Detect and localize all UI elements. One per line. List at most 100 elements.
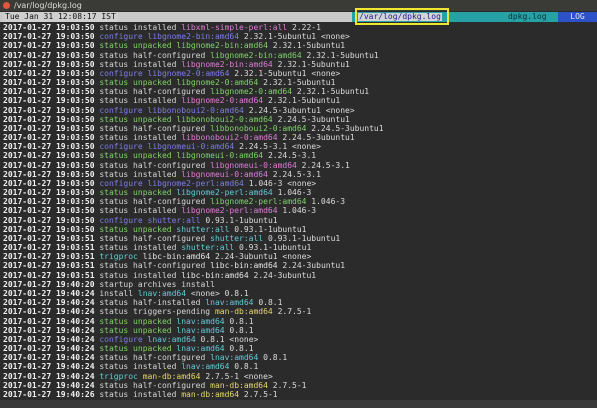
log-line: 2017-01-27 19:03:50 status unpacked libg…	[3, 78, 593, 87]
log-view[interactable]: 2017-01-27 19:03:50 status installed lib…	[3, 23, 593, 399]
log-version: 0.8.1	[234, 362, 259, 372]
log-timestamp: 2017-01-27 19:03:50	[3, 87, 95, 97]
log-line: 2017-01-27 19:03:50 status half-configur…	[3, 124, 593, 133]
log-action: configure	[99, 334, 143, 344]
log-package: man-db:amd64	[214, 307, 273, 317]
log-line: 2017-01-27 19:03:51 status half-configur…	[3, 261, 593, 270]
log-version: 2.24.5-3ubuntu1 <none>	[248, 105, 355, 115]
log-action: status half-configured	[99, 87, 206, 97]
log-timestamp: 2017-01-27 19:40:24	[3, 380, 95, 390]
log-line: 2017-01-27 19:03:51 status installed shu…	[3, 243, 593, 252]
log-version: 2.24.5-3.1	[272, 169, 321, 179]
log-timestamp: 2017-01-27 19:40:24	[3, 325, 95, 335]
bottom-status-bar	[0, 400, 597, 408]
log-line: 2017-01-27 19:03:50 status unpacked libg…	[3, 151, 593, 160]
log-line: 2017-01-27 19:03:50 configure shutter:al…	[3, 216, 593, 225]
log-package: libgnome2-bin:amd64	[181, 59, 273, 69]
log-line: 2017-01-27 19:03:50 status unpacked shut…	[3, 225, 593, 234]
log-line: 2017-01-27 19:03:51 status installed lib…	[3, 271, 593, 280]
log-action: status installed	[99, 206, 177, 216]
log-action: status unpacked	[99, 78, 172, 88]
log-package: man-db:amd64	[181, 389, 240, 399]
log-timestamp: 2017-01-27 19:40:24	[3, 298, 95, 308]
log-timestamp: 2017-01-27 19:03:50	[3, 197, 95, 207]
log-action: configure	[99, 215, 143, 225]
log-line: 2017-01-27 19:03:50 configure libgnome2-…	[3, 179, 593, 188]
log-package: libgnome2-perl:amd64	[181, 206, 278, 216]
log-action: status installed	[99, 362, 177, 372]
log-package: man-db:amd64	[142, 371, 201, 381]
log-action: status installed	[99, 389, 177, 399]
log-package: libgnomeui-0:amd64	[147, 142, 235, 152]
log-action: status half-installed	[99, 298, 201, 308]
log-version: <none> 0.8.1	[190, 288, 249, 298]
log-version: 2.32.1-5ubuntu1	[272, 41, 346, 51]
window-titlebar: /var/log/dpkg.log	[0, 0, 597, 11]
log-line: 2017-01-27 19:03:50 status installed lib…	[3, 23, 593, 32]
log-version: 1.046-3	[311, 197, 346, 207]
log-action: status unpacked	[99, 151, 172, 161]
log-action: status half-configured	[99, 261, 206, 271]
log-action: configure	[99, 105, 143, 115]
log-package: lnav:amd64	[205, 298, 254, 308]
log-timestamp: 2017-01-27 19:03:50	[3, 50, 95, 60]
log-timestamp: 2017-01-27 19:03:51	[3, 270, 95, 280]
log-action: status half-configured	[99, 50, 206, 60]
log-line: 2017-01-27 19:03:50 status half-configur…	[3, 87, 593, 96]
log-action: status installed	[99, 59, 177, 69]
log-timestamp: 2017-01-27 19:40:26	[3, 389, 95, 399]
log-version: 2.32.1-5ubuntu1	[306, 50, 379, 60]
log-version: 0.93.1-1ubuntu1	[205, 215, 278, 225]
log-timestamp: 2017-01-27 19:03:50	[3, 78, 95, 88]
log-line: 2017-01-27 19:03:50 status installed lib…	[3, 96, 593, 105]
log-action: configure	[99, 178, 143, 188]
log-version: 2.24.5-3ubuntu1	[282, 133, 355, 143]
log-timestamp: 2017-01-27 19:40:20	[3, 279, 95, 289]
log-timestamp: 2017-01-27 19:03:50	[3, 206, 95, 216]
log-timestamp: 2017-01-27 19:03:50	[3, 59, 95, 69]
log-package: libgnome2-0:amd64	[147, 68, 230, 78]
log-version: 1.046-3 <none>	[248, 178, 317, 188]
log-line: 2017-01-27 19:40:24 status half-installe…	[3, 298, 593, 307]
log-line: 2017-01-27 19:03:50 configure libgnome2-…	[3, 69, 593, 78]
log-timestamp: 2017-01-27 19:03:51	[3, 233, 95, 243]
log-timestamp: 2017-01-27 19:03:50	[3, 215, 95, 225]
log-package: libbonoboui2-0:amd64	[147, 105, 244, 115]
log-timestamp: 2017-01-27 19:03:50	[3, 142, 95, 152]
log-action: configure	[99, 32, 143, 42]
log-package: shutter:all	[176, 224, 230, 234]
log-package: libxml-simple-perl:all	[181, 23, 288, 32]
log-action: status half-configured	[99, 353, 206, 363]
log-action: status triggers-pending	[99, 307, 211, 317]
log-version: 2.24.5-3.1	[301, 160, 350, 170]
log-action: status installed	[99, 23, 177, 32]
close-icon[interactable]	[3, 2, 10, 9]
log-action: status half-configured	[99, 197, 206, 207]
log-version: 2.24.5-3ubuntu1	[277, 114, 350, 124]
log-timestamp: 2017-01-27 19:03:50	[3, 133, 95, 143]
file-name: dpkg.log	[508, 12, 547, 21]
log-timestamp: 2017-01-27 19:03:50	[3, 32, 95, 42]
log-package: libgnome2-0:amd64	[176, 78, 259, 88]
log-package: lnav:amd64	[137, 288, 187, 298]
log-timestamp: 2017-01-27 19:40:24	[3, 334, 95, 344]
log-package: libgnome2-bin:amd64	[210, 50, 302, 60]
log-package: shutter:all	[210, 233, 264, 243]
log-line: 2017-01-27 19:03:50 status unpacked libg…	[3, 188, 593, 197]
log-line: 2017-01-27 19:40:24 status installed lna…	[3, 362, 593, 371]
log-timestamp: 2017-01-27 19:03:50	[3, 96, 95, 106]
log-version: 0.8.1 <none>	[200, 334, 259, 344]
log-timestamp: 2017-01-27 19:03:50	[3, 105, 95, 115]
log-version: 2.24.5-3ubuntu1	[311, 123, 384, 133]
log-action: status installed	[99, 133, 177, 143]
log-package: libgnome2-0:amd64	[181, 96, 264, 106]
log-version: 2.7.5-1 <none>	[205, 371, 273, 381]
log-action: status unpacked	[99, 224, 172, 234]
log-version: 0.93.1-1ubuntu1	[239, 243, 312, 253]
log-action: status unpacked	[99, 188, 172, 198]
log-timestamp: 2017-01-27 19:03:51	[3, 243, 95, 253]
log-timestamp: 2017-01-27 19:03:50	[3, 188, 95, 198]
log-version: 2.32.1-5ubuntu1	[277, 59, 350, 69]
log-action: configure	[99, 68, 143, 78]
log-package: libgnome2-bin:amd64	[176, 41, 268, 51]
